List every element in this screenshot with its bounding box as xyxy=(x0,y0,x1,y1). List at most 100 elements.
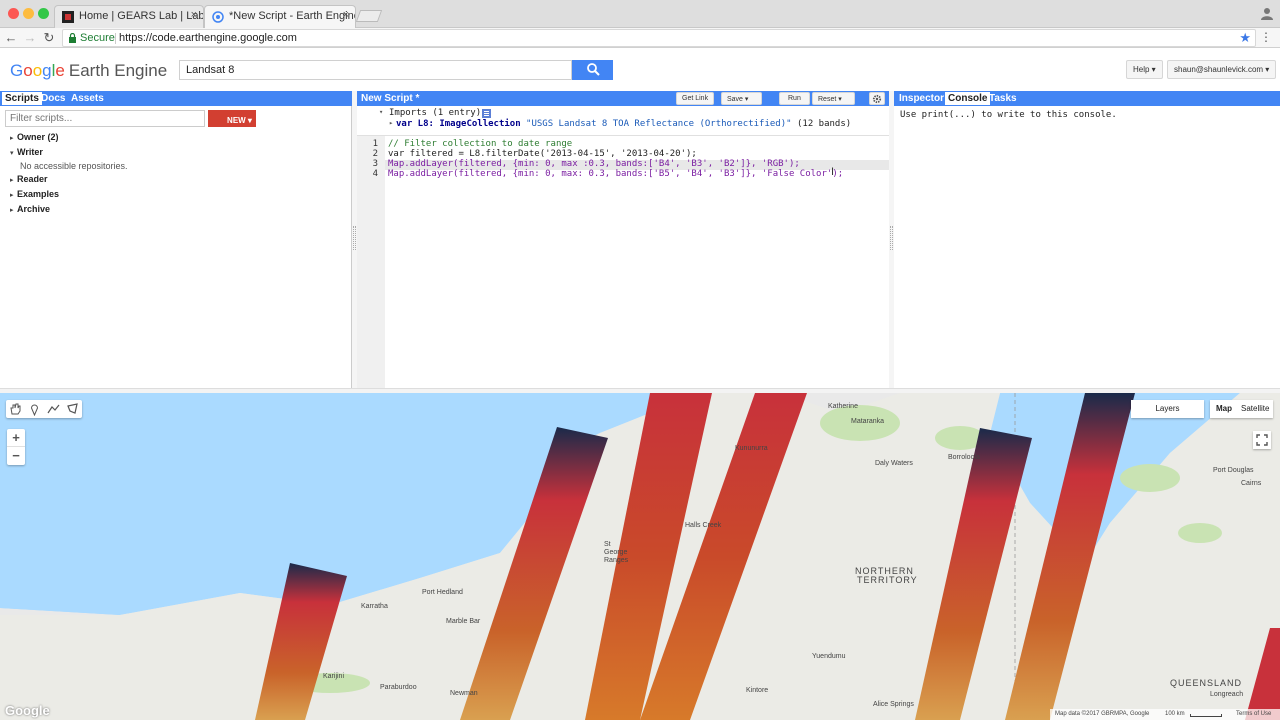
map-place-label: Karratha xyxy=(361,603,388,610)
expand-arrow-icon: ▸ xyxy=(10,135,14,142)
line-number: 1 xyxy=(372,139,378,149)
tree-item-owner[interactable]: ▸ Owner (2) xyxy=(10,131,128,146)
address-bar: ← → ↻ Secure https://code.earthengine.go… xyxy=(0,28,1280,48)
code-line: // Filter collection to date range xyxy=(388,139,573,149)
logo-letter: o xyxy=(23,61,33,80)
close-window-button[interactable] xyxy=(8,8,19,19)
imports-entry[interactable]: var L8: ImageCollection "USGS Landsat 8 … xyxy=(396,119,851,129)
map-view[interactable]: Katherine Mataranka Daly Waters Borroloo… xyxy=(0,393,1280,720)
settings-button[interactable] xyxy=(869,92,885,105)
tree-item-reader[interactable]: ▸ Reader xyxy=(10,173,128,188)
map-place-label: Port Douglas xyxy=(1213,467,1254,474)
map-place-label: Port Hedland xyxy=(422,589,463,596)
map-place-label: Daly Waters xyxy=(875,460,913,467)
tab-title: *New Script - Earth Engine Co xyxy=(229,10,355,22)
right-panel-tabs: Inspector Console Tasks xyxy=(894,91,1280,106)
logo-letter: g xyxy=(42,61,52,80)
code-line: Map.addLayer(filtered, {min: 0, max :0.3… xyxy=(388,159,800,169)
map-type-satellite[interactable]: Satellite xyxy=(1241,404,1269,413)
zoom-control: + − xyxy=(7,429,25,465)
url-field[interactable]: Secure https://code.earthengine.google.c… xyxy=(62,29,1256,47)
code-line: Map.addLayer(filtered, {min: 0, max: 0.3… xyxy=(388,169,844,179)
code-panel: ▾ Imports (1 entry) ▸ var L8: ImageColle… xyxy=(357,106,889,389)
region-label: QUEENSLAND xyxy=(1170,678,1243,688)
map-attribution: Map data ©2017 GBRMPA, Google 100 km Ter… xyxy=(1050,709,1280,720)
fullscreen-button[interactable] xyxy=(1253,431,1271,449)
browser-tab-earth-engine[interactable]: *New Script - Earth Engine Co × xyxy=(204,5,356,28)
run-button[interactable]: Run xyxy=(779,92,810,105)
logo-letter: e xyxy=(55,61,65,80)
tab-assets[interactable]: Assets xyxy=(71,93,104,104)
terms-link[interactable]: Terms of Use xyxy=(1236,711,1271,717)
new-tab-button[interactable] xyxy=(355,10,383,22)
get-link-button[interactable]: Get Link xyxy=(676,92,715,105)
logo-suffix: Earth Engine xyxy=(68,61,168,80)
imports-section[interactable]: ▾ Imports (1 entry) ▸ var L8: ImageColle… xyxy=(357,107,889,135)
layers-button[interactable]: Layers xyxy=(1131,400,1204,418)
save-button[interactable]: Save ▾ xyxy=(721,92,762,105)
line-gutter: 1 2 3 4 xyxy=(357,136,385,389)
script-tree: ▸ Owner (2) ▾ Writer No accessible reposit… xyxy=(10,131,128,217)
tree-item-examples[interactable]: ▸ Examples xyxy=(10,188,128,203)
tab-scripts[interactable]: Scripts xyxy=(2,92,42,105)
map-place-label: Borroloola xyxy=(948,454,980,461)
region-label: TERRITORY xyxy=(857,575,918,585)
gears-favicon-icon xyxy=(62,11,74,23)
imports-info-icon[interactable] xyxy=(482,109,491,118)
map-canvas xyxy=(0,393,1280,720)
close-tab-icon[interactable]: × xyxy=(343,9,349,21)
tab-inspector[interactable]: Inspector xyxy=(899,93,944,104)
tree-label: Writer xyxy=(17,146,43,157)
expand-arrow-icon: ▸ xyxy=(389,119,394,127)
profile-icon[interactable] xyxy=(1260,6,1274,20)
tree-item-writer[interactable]: ▾ Writer xyxy=(10,146,128,161)
tree-item-archive[interactable]: ▸ Archive xyxy=(10,203,128,218)
search-input[interactable] xyxy=(179,60,572,80)
zoom-in-button[interactable]: + xyxy=(7,429,25,447)
script-title: New Script * xyxy=(361,93,420,104)
reload-button[interactable]: ↻ xyxy=(41,30,57,46)
map-place-label: Longreach xyxy=(1210,691,1244,698)
reset-button[interactable]: Reset ▾ xyxy=(812,92,855,105)
line-draw-icon[interactable] xyxy=(46,402,61,416)
tab-tasks[interactable]: Tasks xyxy=(989,93,1017,104)
filter-scripts-input[interactable] xyxy=(5,110,205,127)
map-place-label: Kintore xyxy=(746,687,769,694)
map-place-label: St George Ranges xyxy=(604,541,629,564)
hand-icon[interactable] xyxy=(8,402,23,416)
forward-button[interactable]: → xyxy=(22,30,38,45)
new-script-button[interactable]: NEW ▾ xyxy=(208,110,256,127)
marker-icon[interactable] xyxy=(27,402,42,416)
expand-arrow-icon: ▸ xyxy=(10,191,14,199)
tree-label: Examples xyxy=(17,188,60,199)
tab-console[interactable]: Console xyxy=(945,92,991,105)
minimize-window-button[interactable] xyxy=(23,8,34,19)
polygon-draw-icon[interactable] xyxy=(65,402,80,416)
back-button[interactable]: ← xyxy=(3,30,19,45)
account-button[interactable]: shaun@shaunlevick.com ▾ xyxy=(1167,60,1277,79)
code-editor[interactable]: 1 2 3 4 // Filter collection to date ran… xyxy=(357,135,889,389)
collapse-arrow-icon: ▾ xyxy=(379,108,384,116)
bookmark-star-icon[interactable]: ★ xyxy=(1239,30,1251,46)
help-button[interactable]: Help ▾ xyxy=(1126,60,1163,79)
browser-menu-icon[interactable]: ⋮ xyxy=(1260,30,1272,44)
browser-tab-bar: Home | GEARS Lab | Lab 2 × *New Script -… xyxy=(0,0,1280,28)
tab-docs[interactable]: Docs xyxy=(41,93,65,104)
gear-icon xyxy=(872,94,882,104)
imports-bands: (12 bands) xyxy=(796,119,852,129)
map-type-map[interactable]: Map xyxy=(1216,404,1232,413)
google-earth-engine-logo[interactable]: Google Earth Engine xyxy=(10,61,167,81)
left-panel-tabs: Scripts Docs Assets xyxy=(0,91,352,106)
code-editor-header: New Script * Get Link Save ▾ Run Reset ▾ xyxy=(357,91,889,106)
close-tab-icon[interactable]: × xyxy=(191,9,197,21)
browser-tab-gears[interactable]: Home | GEARS Lab | Lab 2 × xyxy=(54,5,204,28)
search-button[interactable] xyxy=(572,60,613,80)
code-line: var filtered = L8.filterDate('2013-04-15… xyxy=(388,149,697,159)
maximize-window-button[interactable] xyxy=(38,8,49,19)
map-place-label: Yuendumu xyxy=(812,653,846,660)
map-place-label: Marble Bar xyxy=(446,618,481,625)
zoom-out-button[interactable]: − xyxy=(7,447,25,465)
map-type-control: Map Satellite xyxy=(1210,400,1273,418)
line-number: 4 xyxy=(372,169,378,179)
splitter-grip xyxy=(890,226,893,250)
